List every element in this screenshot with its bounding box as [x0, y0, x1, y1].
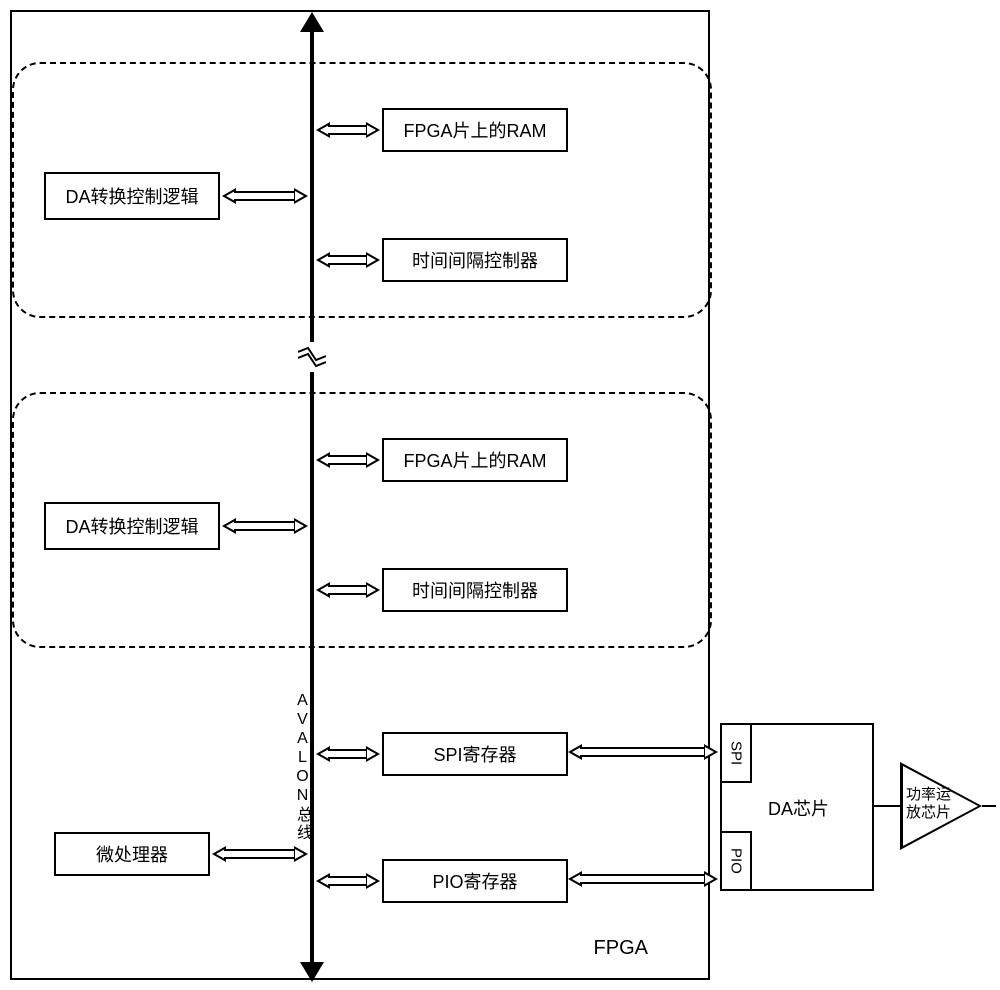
bus-break-icon [298, 342, 326, 372]
biarrow-icon [222, 518, 308, 534]
biarrow-icon [316, 122, 380, 138]
biarrow-icon [222, 188, 308, 204]
pio-port: PIO [720, 831, 752, 891]
fpga-ram-2: FPGA片上的RAM [382, 438, 568, 482]
time-interval-controller-1: 时间间隔控制器 [382, 238, 568, 282]
bus-arrow-down-icon [300, 962, 324, 982]
biarrow-icon [568, 744, 718, 760]
biarrow-icon [316, 452, 380, 468]
fpga-label: FPGA [594, 937, 648, 960]
opamp-label-line1: 功率运 [906, 786, 951, 803]
biarrow-icon [316, 582, 380, 598]
time-interval-controller-2: 时间间隔控制器 [382, 568, 568, 612]
connector-line [874, 805, 900, 807]
pio-register: PIO寄存器 [382, 859, 568, 903]
opamp-label: 功率运 放芯片 [906, 786, 951, 822]
biarrow-icon [568, 871, 718, 887]
avalon-bus-label: AVALON总线 [290, 692, 314, 842]
da-conversion-logic-2: DA转换控制逻辑 [44, 502, 220, 550]
fpga-ram-1: FPGA片上的RAM [382, 108, 568, 152]
microprocessor: 微处理器 [54, 832, 210, 876]
bus-arrow-up-icon [300, 12, 324, 32]
da-chip-label: DA芯片 [768, 795, 829, 821]
da-conversion-logic-1: DA转换控制逻辑 [44, 172, 220, 220]
da-chip: SPI PIO DA芯片 [720, 723, 874, 891]
opamp-label-line2: 放芯片 [906, 804, 951, 821]
biarrow-icon [316, 873, 380, 889]
fpga-container: AVALON总线 DA转换控制逻辑 FPGA片上的RAM 时间间隔控制器 DA转… [10, 10, 710, 980]
biarrow-icon [316, 252, 380, 268]
spi-register: SPI寄存器 [382, 732, 568, 776]
biarrow-icon [316, 746, 380, 762]
connector-line [982, 805, 996, 807]
spi-port: SPI [720, 723, 752, 783]
biarrow-icon [212, 846, 308, 862]
